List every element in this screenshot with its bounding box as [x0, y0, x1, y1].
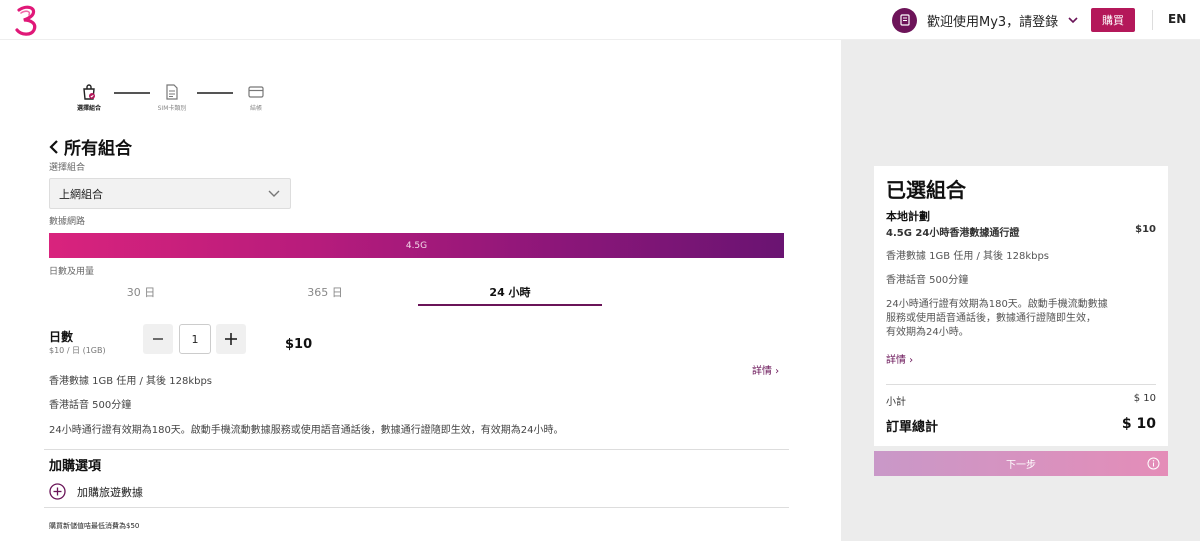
back-to-all-plans[interactable]: 所有組合 [48, 134, 132, 159]
card-icon [248, 86, 264, 98]
plan-price: $10 [285, 337, 313, 352]
summary-line: 服務或使用語音通話後，數據通行證隨即生效， [886, 313, 1096, 324]
step-connector [197, 92, 233, 94]
duration-tabs: 30 日 365 日 24 小時 [49, 284, 784, 306]
info-icon [1147, 457, 1160, 470]
summary-line: 有效期為24小時。 [886, 327, 969, 338]
plan-category-select[interactable]: 上網組合 [49, 178, 291, 209]
tab-24-hours[interactable]: 24 小時 [418, 284, 602, 306]
summary-subtitle: 本地計劃 [886, 210, 930, 223]
step-sim-type: SIM卡類別 [152, 83, 192, 112]
section-divider [44, 449, 789, 450]
network-option-4-5g[interactable]: 4.5G [49, 233, 784, 258]
step-connector [114, 92, 150, 94]
document-icon [166, 84, 178, 100]
chevron-left-icon [49, 139, 58, 154]
bag-icon [83, 84, 95, 100]
increase-button[interactable] [216, 324, 246, 354]
chevron-down-icon [268, 190, 280, 197]
plus-icon [225, 333, 237, 345]
days-unit-price: $10 / 日 (1GB) [49, 346, 106, 355]
voice-allowance-text: 香港話音 500分鐘 [49, 400, 132, 411]
network-value: 4.5G [405, 240, 428, 251]
summary-details-link[interactable]: 詳情 › [886, 351, 913, 366]
details-link[interactable]: 詳情 › [752, 362, 779, 377]
add-circle-icon [49, 483, 66, 500]
add-roaming-data-button[interactable]: 加購旅遊數據 [49, 483, 143, 500]
total-label: 訂單總計 [886, 420, 939, 435]
subtotal-label: 小計 [886, 397, 906, 408]
tab-30-days[interactable]: 30 日 [49, 284, 233, 306]
duration-label: 日數及用量 [49, 267, 95, 277]
step-label: 結帳 [249, 105, 262, 112]
summary-line: 24小時通行證有效期為180天。啟動手機流動數據 [886, 299, 1108, 310]
summary-title: 已選組合 [886, 178, 966, 202]
footer-note: 購買新儲值咭最低消費為$50 [49, 522, 140, 530]
addon-title: 加購選項 [49, 459, 102, 474]
next-step-label: 下一步 [1006, 460, 1036, 471]
summary-plan-price: $10 [1135, 224, 1156, 235]
validity-text: 24小時通行證有效期為180天。啟動手機流動數據服務或使用語音通話後，數據通行證… [49, 425, 564, 436]
decrease-button[interactable] [143, 324, 173, 354]
chevron-down-icon [1068, 17, 1078, 24]
step-label: 選擇組合 [76, 105, 101, 112]
order-summary-card: 已選組合 本地計劃 4.5G 24小時香港數據通行證 $10 香港數據 1GB … [874, 166, 1168, 446]
select-label: 選擇組合 [49, 163, 86, 173]
summary-line: 香港話音 500分鐘 [886, 275, 969, 286]
data-allowance-text: 香港數據 1GB 任用 / 其後 128kbps [49, 376, 213, 387]
step-select-plan: 選擇組合 [69, 83, 109, 112]
days-label: 日數 [49, 330, 74, 344]
summary-divider [886, 384, 1156, 385]
network-label: 數據網路 [49, 217, 86, 227]
summary-line: 香港數據 1GB 任用 / 其後 128kbps [886, 251, 1050, 262]
step-label: SIM卡類別 [157, 105, 187, 112]
top-header: 歡迎使用My3，請登錄 購買 EN [0, 0, 1200, 40]
header-divider [1152, 10, 1153, 30]
welcome-text: 歡迎使用My3，請登錄 [927, 14, 1059, 30]
total-value: $ 10 [1121, 416, 1156, 432]
subtotal-value: $ 10 [1133, 393, 1156, 404]
three-logo-icon[interactable] [12, 4, 42, 36]
summary-plan-name: 4.5G 24小時香港數據通行證 [886, 228, 1020, 239]
next-step-button[interactable]: 下一步 [874, 451, 1168, 476]
page-title: 所有組合 [64, 139, 132, 159]
language-toggle[interactable]: EN [1168, 12, 1186, 26]
login-menu[interactable]: 歡迎使用My3，請登錄 [892, 7, 1078, 33]
section-divider [44, 507, 789, 508]
buy-button[interactable]: 購買 [1091, 8, 1135, 32]
account-icon [892, 7, 917, 33]
select-value: 上網組合 [59, 187, 103, 201]
addon-label: 加購旅遊數據 [77, 485, 143, 499]
step-checkout: 結帳 [236, 83, 276, 112]
tab-365-days[interactable]: 365 日 [233, 284, 417, 306]
minus-icon [153, 338, 163, 340]
quantity-value[interactable]: 1 [179, 324, 211, 354]
